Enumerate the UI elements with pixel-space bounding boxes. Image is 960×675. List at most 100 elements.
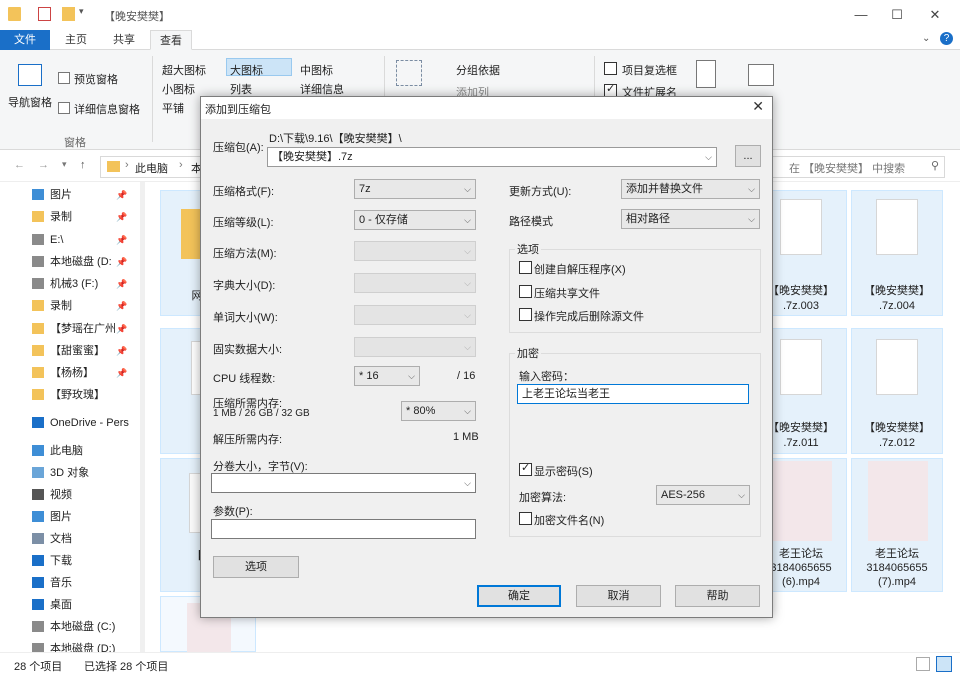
sidebar-item[interactable]: 文档 bbox=[0, 529, 140, 549]
pin-icon[interactable]: 📌 bbox=[116, 252, 127, 272]
mem-decomp-value: 1 MB bbox=[453, 431, 479, 443]
search-box[interactable]: 在 【晚安樊樊】 中搜索 ⚲ bbox=[770, 156, 945, 178]
params-label: 参数(P): bbox=[213, 506, 253, 518]
word-select[interactable]: ⌵ bbox=[354, 305, 476, 325]
preview-pane-button[interactable]: 预览窗格 bbox=[74, 71, 118, 87]
sfx-checkbox[interactable] bbox=[519, 261, 532, 274]
tab-file[interactable]: 文件 bbox=[0, 30, 50, 50]
options-button[interactable]: 选项 bbox=[213, 556, 299, 578]
forward-icon[interactable]: → bbox=[38, 159, 49, 171]
dict-select[interactable]: ⌵ bbox=[354, 273, 476, 293]
format-select[interactable]: 7z ⌵ bbox=[354, 179, 476, 199]
chevron-down-icon[interactable]: ⌵ bbox=[705, 148, 712, 166]
pin-icon[interactable]: 📌 bbox=[116, 341, 127, 361]
encrypt-names-checkbox[interactable] bbox=[519, 512, 532, 525]
sidebar-item[interactable]: 视频 bbox=[0, 485, 140, 505]
help-icon[interactable]: ? bbox=[940, 32, 953, 45]
sidebar-item[interactable]: 录制 📌 bbox=[0, 207, 140, 227]
list-option[interactable]: 列表 bbox=[230, 81, 252, 97]
new-folder-icon[interactable] bbox=[62, 7, 75, 21]
delete-after-checkbox[interactable] bbox=[519, 308, 532, 321]
sidebar-item[interactable]: 【野玫瑰】 bbox=[0, 385, 140, 405]
up-icon[interactable]: ↑ bbox=[80, 159, 86, 171]
picture-icon bbox=[32, 189, 44, 200]
sidebar-item[interactable]: 【梦瑶在广州 📌 bbox=[0, 319, 140, 339]
shared-checkbox[interactable] bbox=[519, 285, 532, 298]
pin-icon[interactable]: 📌 bbox=[116, 274, 127, 294]
pin-icon[interactable]: 📌 bbox=[116, 319, 127, 339]
hide-selected-icon[interactable] bbox=[696, 60, 716, 88]
tab-share[interactable]: 共享 bbox=[104, 30, 144, 50]
sidebar-item[interactable]: 录制 📌 bbox=[0, 296, 140, 316]
back-icon[interactable]: ← bbox=[14, 159, 25, 171]
level-value: 0 - 仅存储 bbox=[359, 214, 408, 226]
sidebar-item[interactable]: 3D 对象 bbox=[0, 463, 140, 483]
recent-icon[interactable]: ▾ bbox=[62, 159, 67, 170]
password-input[interactable]: 上老王论坛当老王 bbox=[517, 384, 749, 404]
path-mode-select[interactable]: 相对路径 ⌵ bbox=[621, 209, 760, 229]
tab-home[interactable]: 主页 bbox=[56, 30, 96, 50]
sidebar-item[interactable]: E:\ 📌 bbox=[0, 230, 140, 250]
breadcrumb-sep-icon: › bbox=[125, 159, 129, 171]
sidebar-item[interactable]: 【甜蜜蜜】 📌 bbox=[0, 341, 140, 361]
sidebar-item[interactable]: 机械3 (F:) 📌 bbox=[0, 274, 140, 294]
archive-name-input[interactable]: 【晚安樊樊】.7z ⌵ bbox=[267, 147, 717, 167]
browse-button[interactable]: ... bbox=[735, 145, 761, 167]
maximize-button[interactable]: ☐ bbox=[882, 5, 912, 25]
cancel-button[interactable]: 取消 bbox=[576, 585, 661, 607]
sidebar-item[interactable]: 此电脑 bbox=[0, 441, 140, 461]
ok-button[interactable]: 确定 bbox=[477, 585, 561, 607]
video-tile-7[interactable]: 老王论坛 3184065655 (7).mp4 bbox=[851, 458, 943, 592]
chevron-down-icon[interactable]: ▾ bbox=[79, 6, 84, 17]
breadcrumb-this-pc[interactable]: 此电脑 bbox=[135, 160, 168, 176]
sidebar-item[interactable]: 【杨杨】 📌 bbox=[0, 363, 140, 383]
medium-icons-option[interactable]: 中图标 bbox=[300, 62, 333, 78]
details-view-icon[interactable] bbox=[916, 657, 930, 671]
xl-icons-option[interactable]: 超大图标 bbox=[162, 62, 206, 78]
solid-select[interactable]: ⌵ bbox=[354, 337, 476, 357]
params-input[interactable] bbox=[211, 519, 476, 539]
tab-view[interactable]: 查看 bbox=[150, 30, 192, 50]
sidebar-item[interactable]: 本地磁盘 (D: 📌 bbox=[0, 252, 140, 272]
file-tile-012[interactable]: 【晚安樊樊】 .7z.012 bbox=[851, 328, 943, 454]
sidebar-item[interactable]: 音乐 bbox=[0, 573, 140, 593]
sidebar-item[interactable]: 下载 bbox=[0, 551, 140, 571]
group-by-button[interactable]: 分组依据 bbox=[456, 62, 500, 78]
nav-pane-button[interactable]: 导航窗格 bbox=[8, 94, 52, 110]
item-checkboxes-checkbox[interactable] bbox=[604, 62, 617, 75]
threads-select[interactable]: * 16 ⌵ bbox=[354, 366, 420, 386]
minimize-button[interactable]: — bbox=[846, 5, 876, 25]
enc-method-select[interactable]: AES-256 ⌵ bbox=[656, 485, 750, 505]
pin-icon[interactable]: 📌 bbox=[116, 230, 127, 250]
update-select[interactable]: 添加并替换文件 ⌵ bbox=[621, 179, 760, 199]
chevron-up-icon[interactable]: ⌄ bbox=[922, 33, 930, 44]
dialog-close-button[interactable]: ✕ bbox=[752, 98, 764, 115]
file-tile-004[interactable]: 【晚安樊樊】 .7z.004 bbox=[851, 190, 943, 316]
tiles-option[interactable]: 平铺 bbox=[162, 100, 184, 116]
details-option[interactable]: 详细信息 bbox=[300, 81, 344, 97]
level-select[interactable]: 0 - 仅存储 ⌵ bbox=[354, 210, 476, 230]
method-select[interactable]: ⌵ bbox=[354, 241, 476, 261]
sidebar-item[interactable]: 本地磁盘 (C:) bbox=[0, 617, 140, 637]
properties-icon[interactable] bbox=[38, 7, 51, 21]
mem-percent-select[interactable]: * 80% ⌵ bbox=[401, 401, 476, 421]
small-icons-option[interactable]: 小图标 bbox=[162, 81, 195, 97]
pin-icon[interactable]: 📌 bbox=[116, 185, 127, 205]
help-button[interactable]: 帮助 bbox=[675, 585, 760, 607]
sidebar-item-label: 【梦瑶在广州 bbox=[50, 323, 116, 335]
details-pane-button[interactable]: 详细信息窗格 bbox=[74, 101, 140, 117]
pin-icon[interactable]: 📌 bbox=[116, 363, 127, 383]
close-button[interactable]: ✕ bbox=[920, 5, 950, 25]
large-icons-option[interactable]: 大图标 bbox=[230, 62, 263, 78]
show-password-checkbox[interactable] bbox=[519, 461, 532, 476]
sidebar-item[interactable]: 图片 📌 bbox=[0, 185, 140, 205]
large-icons-view-icon[interactable] bbox=[936, 656, 952, 672]
sidebar-item[interactable]: 图片 bbox=[0, 507, 140, 527]
split-input[interactable]: ⌵ bbox=[211, 473, 476, 493]
sort-icon[interactable] bbox=[396, 60, 422, 86]
pin-icon[interactable]: 📌 bbox=[116, 207, 127, 227]
sidebar-item[interactable]: OneDrive - Pers bbox=[0, 413, 140, 433]
options-icon[interactable] bbox=[748, 64, 774, 86]
pin-icon[interactable]: 📌 bbox=[116, 296, 127, 316]
sidebar-item[interactable]: 桌面 bbox=[0, 595, 140, 615]
